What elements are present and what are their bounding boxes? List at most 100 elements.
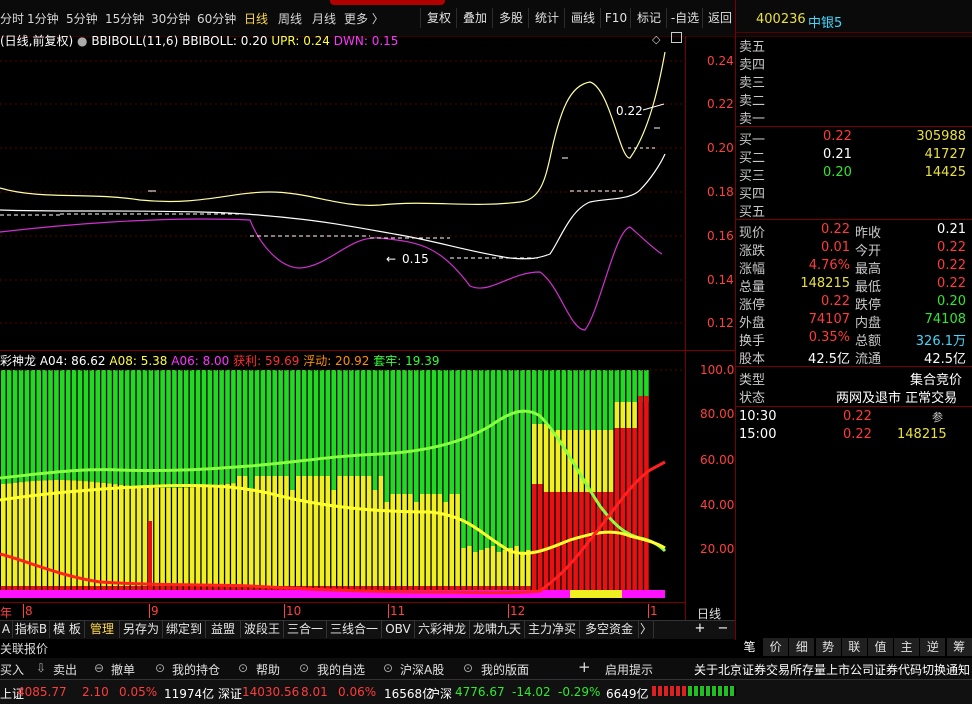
buy-level-label: 买二 xyxy=(739,151,766,166)
type-value: 集合竞价 xyxy=(910,373,963,388)
indicator-bar-yellow xyxy=(136,486,142,586)
buy-command[interactable]: 买入 xyxy=(0,661,24,678)
right-panel-separator xyxy=(735,0,736,640)
indicator-bar-green xyxy=(119,370,124,485)
my-watchlist-command[interactable]: 我的自选 xyxy=(317,661,365,678)
stat-value: 74107 xyxy=(808,312,850,327)
adjust-button[interactable]: 复权 xyxy=(420,8,457,28)
indicator-tab[interactable]: 主力净买 xyxy=(525,621,580,638)
period-tab-timeshare[interactable]: 分时 xyxy=(0,10,24,27)
related-quote-label[interactable]: 关联报价 xyxy=(0,640,48,657)
indicator-tab[interactable]: A xyxy=(0,621,13,638)
my-layout-command[interactable]: 我的版面 xyxy=(481,661,529,678)
indicator-bar-red xyxy=(461,586,466,590)
period-tab-60min[interactable]: 60分钟 xyxy=(197,10,236,27)
indicator-bar-yellow xyxy=(296,476,301,586)
period-tab-5min[interactable]: 5分钟 xyxy=(66,10,98,27)
detail-tab[interactable]: 细 xyxy=(789,638,816,656)
cancel-order-command[interactable]: 撤单 xyxy=(111,661,135,678)
indicator-bar-red xyxy=(189,586,195,590)
detail-tab[interactable]: 逆 xyxy=(920,638,947,656)
stat-value: 0.20 xyxy=(937,294,966,309)
indicator-tab[interactable]: 多空资金 xyxy=(580,621,639,638)
indicator-tab[interactable]: 管理 xyxy=(85,621,120,638)
indicator-bar-yellow xyxy=(366,476,372,586)
stat-label: 最高 xyxy=(855,262,882,277)
indicator-tab[interactable]: 模 板 xyxy=(50,621,85,638)
indicator-bar-yellow xyxy=(579,430,584,492)
indicator-bar-green xyxy=(42,370,47,481)
stat-label: 内盘 xyxy=(855,316,882,331)
indicator-tab[interactable]: OBV xyxy=(382,621,415,638)
indicator-tab[interactable]: 三合一 xyxy=(284,621,327,638)
status-separator xyxy=(736,406,972,407)
indicator-bar-yellow xyxy=(172,487,177,586)
indicator-bar-green xyxy=(113,370,118,485)
statistics-button[interactable]: 统计 xyxy=(528,8,565,28)
indicator-bar-green xyxy=(496,370,502,552)
period-tab-1min[interactable]: 1分钟 xyxy=(27,10,59,27)
detail-tab[interactable]: 联 xyxy=(841,638,868,656)
period-tab-weekly[interactable]: 周线 xyxy=(278,10,302,27)
indicator-tab[interactable]: 波段王 xyxy=(241,621,284,638)
detail-tab[interactable]: 势 xyxy=(815,638,842,656)
indicator-bar-green xyxy=(30,370,36,482)
trade-time: 10:30 xyxy=(739,409,777,424)
sell-command[interactable]: 卖出 xyxy=(53,661,77,678)
detail-tab[interactable]: 主 xyxy=(894,638,921,656)
back-button[interactable]: 返回 xyxy=(702,8,737,28)
indicator-bar-red xyxy=(490,586,496,590)
indicator-tab[interactable]: 龙啸九天 xyxy=(470,621,525,638)
draw-line-button[interactable]: 画线 xyxy=(564,8,601,28)
indicator-tab[interactable]: 六彩神龙 xyxy=(415,621,470,638)
period-tab-more[interactable]: 更多 〉 xyxy=(344,10,384,27)
indicator-tab[interactable]: 另存为 xyxy=(120,621,163,638)
active-window-tab[interactable] xyxy=(330,0,445,5)
detail-tab[interactable]: 值 xyxy=(868,638,894,656)
indicator-bar-yellow xyxy=(60,480,65,586)
help-command[interactable]: 帮助 xyxy=(256,661,280,678)
period-tab-30min[interactable]: 30分钟 xyxy=(151,10,190,27)
period-tab-daily[interactable]: 日线 xyxy=(244,10,268,27)
y-tick-lower: 40.00 xyxy=(700,498,735,512)
indicator-bar-green xyxy=(402,370,407,494)
period-tab-15min[interactable]: 15分钟 xyxy=(105,10,144,27)
command-bar: 买入 ⇩ 卖出 ⊖ 撤单 ⊙ 我的持仓 ⊙ 帮助 ⊙ 我的自选 ⊙ 沪深A股 ⊙… xyxy=(0,658,972,679)
indicator-bar-yellow xyxy=(119,484,124,586)
indicator-tab[interactable]: 指标B xyxy=(13,621,50,638)
indicator-bar-green xyxy=(408,370,413,494)
sz-change: 8.01 xyxy=(301,685,328,699)
indicator-bar-yellow xyxy=(83,481,89,586)
indicator-bar-green xyxy=(490,370,496,546)
buy-level-label: 买一 xyxy=(739,133,766,148)
f10-button[interactable]: F10 xyxy=(600,8,631,28)
indicator-bar-red xyxy=(83,586,89,590)
remove-watchlist-button[interactable]: -自选 xyxy=(666,8,703,28)
indicator-bar-red xyxy=(36,586,41,590)
my-holdings-command[interactable]: 我的持仓 xyxy=(172,661,220,678)
notice-ticker[interactable]: 关于北京证券交易所存量上市公司证券代码切换通知 xyxy=(694,661,970,678)
zoom-out-button[interactable]: − xyxy=(713,621,733,636)
indicator-tab[interactable]: 〉 xyxy=(639,621,654,638)
zoom-in-button[interactable]: + xyxy=(690,621,710,636)
enable-tips-button[interactable]: 启用提示 xyxy=(605,661,653,678)
indicator-tab[interactable]: 绑定到 xyxy=(163,621,206,638)
add-button[interactable]: + xyxy=(578,658,591,676)
overlay-button[interactable]: 叠加 xyxy=(456,8,493,28)
detail-tab[interactable]: 笔 xyxy=(737,638,763,656)
x-tick xyxy=(508,604,509,618)
multi-stock-button[interactable]: 多股 xyxy=(492,8,529,28)
indicator-bar-yellow xyxy=(620,402,626,428)
indicator-tab[interactable]: 三线合一 xyxy=(327,621,382,638)
period-tab-monthly[interactable]: 月线 xyxy=(312,10,336,27)
sh-sz-a-share-command[interactable]: 沪深A股 xyxy=(400,661,444,678)
book-separator xyxy=(736,126,972,127)
detail-tab[interactable]: 筹 xyxy=(946,638,972,656)
grid-lines xyxy=(0,60,686,324)
indicator-bar-red xyxy=(638,396,643,590)
detail-tab[interactable]: 价 xyxy=(763,638,790,656)
indicator-bar-red xyxy=(626,428,631,590)
mark-button[interactable]: 标记 xyxy=(630,8,667,28)
indicator-bar-red xyxy=(549,492,555,590)
indicator-tab[interactable]: 益盟 xyxy=(206,621,241,638)
